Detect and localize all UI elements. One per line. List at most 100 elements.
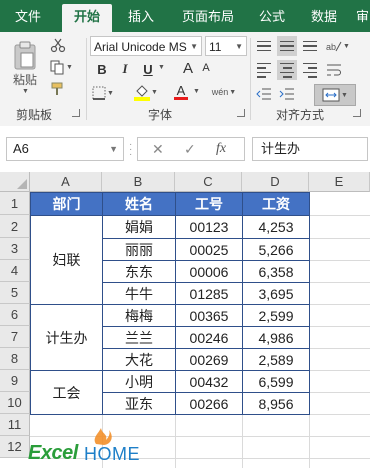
italic-button[interactable]: I — [118, 60, 132, 78]
align-top-button[interactable] — [254, 36, 274, 56]
table-header-cell[interactable]: 部门 — [30, 192, 103, 216]
row-header-9[interactable]: 9 — [0, 370, 30, 392]
decrease-indent-button[interactable] — [254, 84, 274, 104]
table-cell-name[interactable]: 大花 — [102, 348, 176, 371]
column-header-c[interactable]: C — [175, 172, 242, 192]
align-left-button[interactable] — [254, 60, 274, 80]
row-header-1[interactable]: 1 — [0, 192, 30, 215]
table-cell-id[interactable]: 00266 — [175, 392, 243, 415]
format-painter-button[interactable] — [48, 80, 68, 98]
column-header-e[interactable]: E — [309, 172, 370, 192]
table-cell-salary[interactable]: 5,266 — [242, 238, 310, 261]
row-header-11[interactable]: 11 — [0, 414, 30, 436]
chevron-down-icon: ▼ — [235, 42, 243, 51]
row-header-12[interactable]: 12 — [0, 436, 30, 458]
table-cell-salary[interactable]: 4,253 — [242, 215, 310, 239]
column-header-d[interactable]: D — [242, 172, 309, 192]
align-bottom-button[interactable] — [300, 36, 320, 56]
table-cell-name[interactable]: 娟娟 — [102, 215, 176, 239]
font-dialog-launcher-icon[interactable] — [237, 109, 245, 117]
department-cell[interactable]: 计生办 — [30, 304, 103, 371]
merge-center-button[interactable]: ▼ — [314, 84, 356, 106]
row-header-7[interactable]: 7 — [0, 326, 30, 348]
tab-insert[interactable]: 插入 — [118, 4, 164, 32]
table-cell-name[interactable]: 小明 — [102, 370, 176, 393]
cut-button[interactable] — [48, 36, 68, 54]
table-cell-id[interactable]: 00123 — [175, 215, 243, 239]
table-cell-id[interactable]: 01285 — [175, 282, 243, 305]
table-cell-name[interactable]: 丽丽 — [102, 238, 176, 261]
table-cell-salary[interactable]: 2,589 — [242, 348, 310, 371]
table-cell-salary[interactable]: 6,358 — [242, 260, 310, 283]
row-header-6[interactable]: 6 — [0, 304, 30, 326]
table-cell-salary[interactable]: 2,599 — [242, 304, 310, 327]
table-cell-id[interactable]: 00365 — [175, 304, 243, 327]
table-header-cell[interactable]: 工资 — [242, 192, 310, 216]
font-size-value: 11 — [209, 40, 222, 54]
table-cell-salary[interactable]: 8,956 — [242, 392, 310, 415]
shrink-font-button[interactable]: A — [198, 58, 214, 78]
align-middle-button[interactable] — [277, 36, 297, 56]
table-cell-salary[interactable]: 3,695 — [242, 282, 310, 305]
select-all-corner[interactable] — [0, 172, 30, 192]
align-right-button[interactable] — [300, 60, 320, 80]
orientation-button[interactable]: ab ▼ — [324, 36, 352, 56]
tab-home[interactable]: 开始 — [62, 4, 112, 32]
table-cell-id[interactable]: 00432 — [175, 370, 243, 393]
increase-indent-button[interactable] — [277, 84, 297, 104]
check-icon[interactable]: ✓ — [184, 141, 196, 158]
copy-button[interactable]: ▼ — [48, 58, 74, 76]
font-size-dropdown[interactable]: 11 ▼ — [205, 36, 247, 56]
table-cell-name[interactable]: 亚东 — [102, 392, 176, 415]
table-cell-name[interactable]: 梅梅 — [102, 304, 176, 327]
column-header-b[interactable]: B — [102, 172, 175, 192]
phonetic-button[interactable]: wén ▼ — [210, 82, 238, 102]
tab-file[interactable]: 文件 — [6, 4, 50, 32]
table-cell-salary[interactable]: 4,986 — [242, 326, 310, 349]
name-box[interactable]: A6 ▼ — [6, 137, 124, 161]
clipboard-dialog-launcher-icon[interactable] — [72, 109, 80, 117]
table-cell-name[interactable]: 东东 — [102, 260, 176, 283]
table-cell-name[interactable]: 牛牛 — [102, 282, 176, 305]
worksheet-grid[interactable]: A B C D E 1 2 3 4 5 6 7 8 9 10 11 12 部门 … — [0, 172, 370, 468]
row-header-4[interactable]: 4 — [0, 260, 30, 282]
column-header-a[interactable]: A — [30, 172, 102, 192]
paste-button[interactable]: 粘贴 ▼ — [8, 38, 42, 98]
fill-color-button[interactable]: ▼ — [134, 82, 158, 102]
align-center-button[interactable] — [277, 60, 297, 80]
chevron-down-icon[interactable]: ▼ — [158, 64, 165, 71]
table-cell-salary[interactable]: 6,599 — [242, 370, 310, 393]
row-header-8[interactable]: 8 — [0, 348, 30, 370]
alignment-dialog-launcher-icon[interactable] — [353, 109, 361, 117]
tab-review[interactable]: 审阅 — [356, 4, 370, 32]
insert-function-icon[interactable]: fx — [216, 141, 226, 157]
row-header-3[interactable]: 3 — [0, 238, 30, 260]
table-cell-id[interactable]: 00006 — [175, 260, 243, 283]
row-header-10[interactable]: 10 — [0, 392, 30, 414]
grow-font-button[interactable]: A — [180, 58, 196, 78]
resize-handle-icon[interactable]: · · · — [129, 140, 132, 160]
borders-button[interactable]: ▼ — [92, 84, 114, 102]
department-cell[interactable]: 工会 — [30, 370, 103, 415]
tab-page-layout[interactable]: 页面布局 — [172, 4, 244, 32]
table-header-cell[interactable]: 工号 — [175, 192, 243, 216]
formula-input[interactable]: 计生办 — [252, 137, 368, 161]
row-header-2[interactable]: 2 — [0, 215, 30, 238]
wrap-text-button[interactable] — [324, 60, 344, 80]
font-color-button[interactable]: A — [168, 82, 194, 102]
font-name-dropdown[interactable]: Arial Unicode MS ▼ — [90, 36, 202, 56]
align-top-icon — [257, 40, 271, 52]
table-cell-id[interactable]: 00269 — [175, 348, 243, 371]
table-header-cell[interactable]: 姓名 — [102, 192, 176, 216]
bold-button[interactable]: B — [94, 60, 110, 78]
table-cell-name[interactable]: 兰兰 — [102, 326, 176, 349]
table-cell-id[interactable]: 00025 — [175, 238, 243, 261]
chevron-down-icon[interactable]: ▼ — [193, 88, 200, 95]
cancel-icon[interactable]: ✕ — [152, 141, 164, 158]
underline-button[interactable]: U — [140, 60, 156, 78]
tab-formulas[interactable]: 公式 — [252, 4, 292, 32]
row-header-5[interactable]: 5 — [0, 282, 30, 304]
table-cell-id[interactable]: 00246 — [175, 326, 243, 349]
tab-data[interactable]: 数据 — [302, 4, 346, 32]
department-cell[interactable]: 妇联 — [30, 215, 103, 305]
